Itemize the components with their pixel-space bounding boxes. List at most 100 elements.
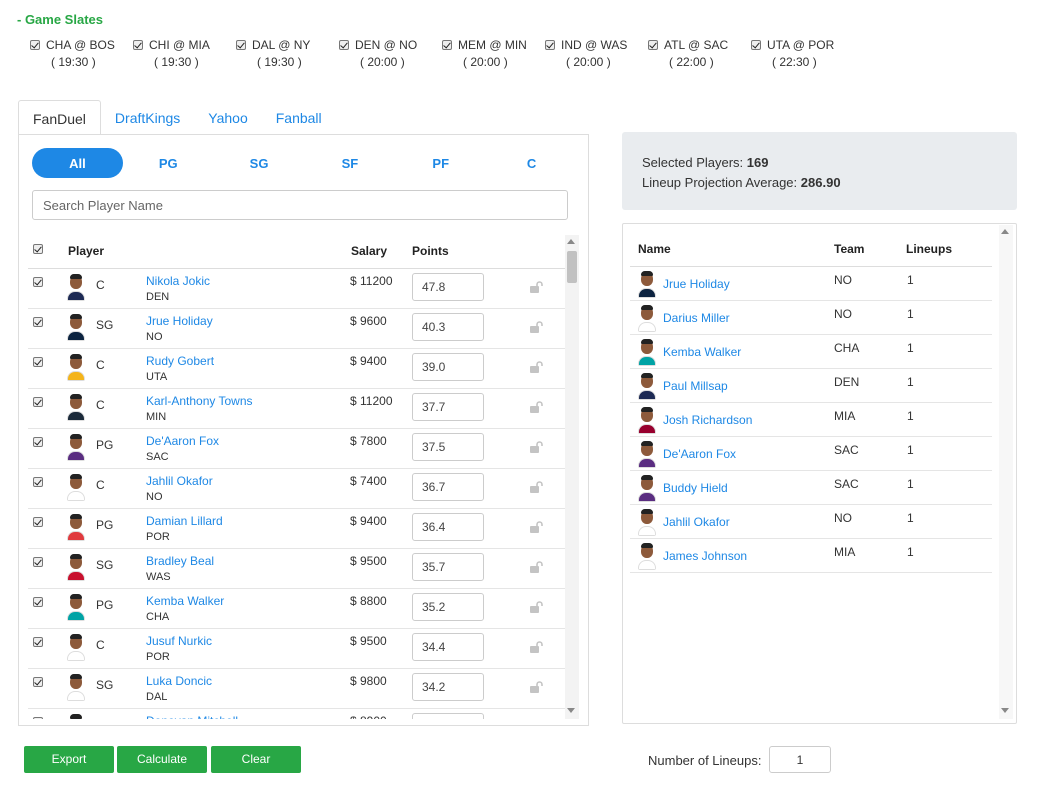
unlock-icon[interactable]	[530, 521, 544, 533]
table-row[interactable]: Josh Richardson MIA 1	[630, 403, 992, 437]
lock-toggle[interactable]	[530, 641, 544, 656]
lineup-player-name-link[interactable]: Josh Richardson	[663, 413, 752, 427]
player-checkbox[interactable]	[33, 636, 43, 650]
lineup-player-name-link[interactable]: Buddy Hield	[663, 481, 728, 495]
game-slates-title[interactable]: - Game Slates	[17, 12, 103, 27]
unlock-icon[interactable]	[530, 641, 544, 653]
unlock-icon[interactable]	[530, 361, 544, 373]
player-name-link[interactable]: Karl-Anthony Towns	[146, 394, 253, 408]
player-name-link[interactable]: Nikola Jokic	[146, 274, 210, 288]
search-input[interactable]	[32, 190, 568, 220]
lock-toggle[interactable]	[530, 481, 544, 496]
tab-draftkings[interactable]: DraftKings	[101, 100, 194, 135]
lock-toggle[interactable]	[530, 281, 544, 296]
scroll-down-icon[interactable]	[567, 708, 575, 713]
game-slate-checkbox[interactable]	[545, 40, 555, 50]
game-slate-checkbox-label[interactable]: CHI @ MIA	[133, 38, 236, 52]
lock-toggle[interactable]	[530, 441, 544, 456]
lineup-player-name-link[interactable]: Darius Miller	[663, 311, 730, 325]
game-slate-checkbox[interactable]	[648, 40, 658, 50]
table-row[interactable]: C Nikola Jokic DEN $ 11200	[28, 269, 565, 309]
unlock-icon[interactable]	[530, 561, 544, 573]
points-input[interactable]	[412, 473, 484, 501]
scroll-up-icon[interactable]	[567, 239, 575, 244]
game-slate[interactable]: MEM @ MIN ( 20:00 )	[442, 38, 545, 69]
player-checkbox[interactable]	[33, 476, 43, 490]
unlock-icon[interactable]	[530, 681, 544, 693]
player-name-link[interactable]: Damian Lillard	[146, 514, 223, 528]
lineups-column-header[interactable]: Lineups	[906, 242, 952, 256]
table-row[interactable]: SG Jrue Holiday NO $ 9600	[28, 309, 565, 349]
points-input[interactable]	[412, 313, 484, 341]
player-checkbox[interactable]	[33, 676, 43, 690]
lineup-player-name-link[interactable]: Paul Millsap	[663, 379, 728, 393]
position-filter-pg[interactable]: PG	[123, 148, 214, 178]
checkbox[interactable]	[33, 517, 43, 527]
lineup-player-name-link[interactable]: James Johnson	[663, 549, 747, 563]
player-name-link[interactable]: Donovan Mitchell	[146, 714, 238, 719]
lineup-table-scrollbar[interactable]	[999, 225, 1013, 719]
player-name-link[interactable]: De'Aaron Fox	[146, 434, 219, 448]
lock-toggle[interactable]	[530, 401, 544, 416]
lineup-player-name-link[interactable]: Jrue Holiday	[663, 277, 730, 291]
player-checkbox[interactable]	[33, 556, 43, 570]
lock-toggle[interactable]	[530, 681, 544, 696]
game-slate-checkbox[interactable]	[751, 40, 761, 50]
unlock-icon[interactable]	[530, 601, 544, 613]
table-row[interactable]: Kemba Walker CHA 1	[630, 335, 992, 369]
player-table-scrollbar[interactable]	[565, 235, 579, 719]
position-filter-pf[interactable]: PF	[395, 148, 486, 178]
points-input[interactable]	[412, 353, 484, 381]
player-checkbox[interactable]	[33, 396, 43, 410]
checkbox[interactable]	[33, 357, 43, 367]
player-checkbox[interactable]	[33, 316, 43, 330]
game-slate[interactable]: DEN @ NO ( 20:00 )	[339, 38, 442, 69]
game-slate[interactable]: UTA @ POR ( 22:30 )	[751, 38, 854, 69]
table-row[interactable]: PG Damian Lillard POR $ 9400	[28, 509, 565, 549]
lineup-player-name-link[interactable]: Jahlil Okafor	[663, 515, 730, 529]
player-checkbox[interactable]	[33, 276, 43, 290]
game-slate[interactable]: ATL @ SAC ( 22:00 )	[648, 38, 751, 69]
unlock-icon[interactable]	[530, 321, 544, 333]
checkbox[interactable]	[33, 277, 43, 287]
unlock-icon[interactable]	[530, 401, 544, 413]
game-slate-checkbox[interactable]	[236, 40, 246, 50]
points-input[interactable]	[412, 673, 484, 701]
scroll-down-icon[interactable]	[1001, 708, 1009, 713]
table-row[interactable]: SG Bradley Beal WAS $ 9500	[28, 549, 565, 589]
player-column-header[interactable]: Player	[68, 244, 104, 258]
unlock-icon[interactable]	[530, 281, 544, 293]
checkbox[interactable]	[33, 317, 43, 327]
position-filter-all[interactable]: All	[32, 148, 123, 178]
lineup-player-name-link[interactable]: De'Aaron Fox	[663, 447, 736, 461]
tab-fanduel[interactable]: FanDuel	[18, 100, 101, 135]
lineup-player-name-link[interactable]: Kemba Walker	[663, 345, 741, 359]
table-row[interactable]: De'Aaron Fox SAC 1	[630, 437, 992, 471]
table-row[interactable]: Paul Millsap DEN 1	[630, 369, 992, 403]
team-column-header[interactable]: Team	[834, 242, 864, 256]
export-button[interactable]: Export	[24, 746, 114, 773]
game-slate[interactable]: DAL @ NY ( 19:30 )	[236, 38, 339, 69]
table-row[interactable]: PG De'Aaron Fox SAC $ 7800	[28, 429, 565, 469]
checkbox[interactable]	[33, 397, 43, 407]
player-checkbox[interactable]	[33, 596, 43, 610]
player-name-link[interactable]: Bradley Beal	[146, 554, 214, 568]
num-lineups-input[interactable]	[769, 746, 831, 773]
salary-column-header[interactable]: Salary	[351, 244, 387, 258]
table-row[interactable]: C Rudy Gobert UTA $ 9400	[28, 349, 565, 389]
checkbox[interactable]	[33, 597, 43, 607]
player-name-link[interactable]: Rudy Gobert	[146, 354, 214, 368]
points-input[interactable]	[412, 513, 484, 541]
points-column-header[interactable]: Points	[412, 244, 449, 258]
tab-fanball[interactable]: Fanball	[262, 100, 336, 135]
scroll-up-icon[interactable]	[1001, 229, 1009, 234]
player-name-link[interactable]: Luka Doncic	[146, 674, 212, 688]
game-slate-checkbox-label[interactable]: CHA @ BOS	[30, 38, 133, 52]
table-row[interactable]: Donovan Mitchell $ 8900	[28, 709, 565, 719]
player-checkbox[interactable]	[33, 716, 43, 719]
game-slate-checkbox[interactable]	[30, 40, 40, 50]
player-name-link[interactable]: Jrue Holiday	[146, 314, 213, 328]
player-checkbox[interactable]	[33, 516, 43, 530]
position-filter-sg[interactable]: SG	[214, 148, 305, 178]
checkbox[interactable]	[33, 637, 43, 647]
